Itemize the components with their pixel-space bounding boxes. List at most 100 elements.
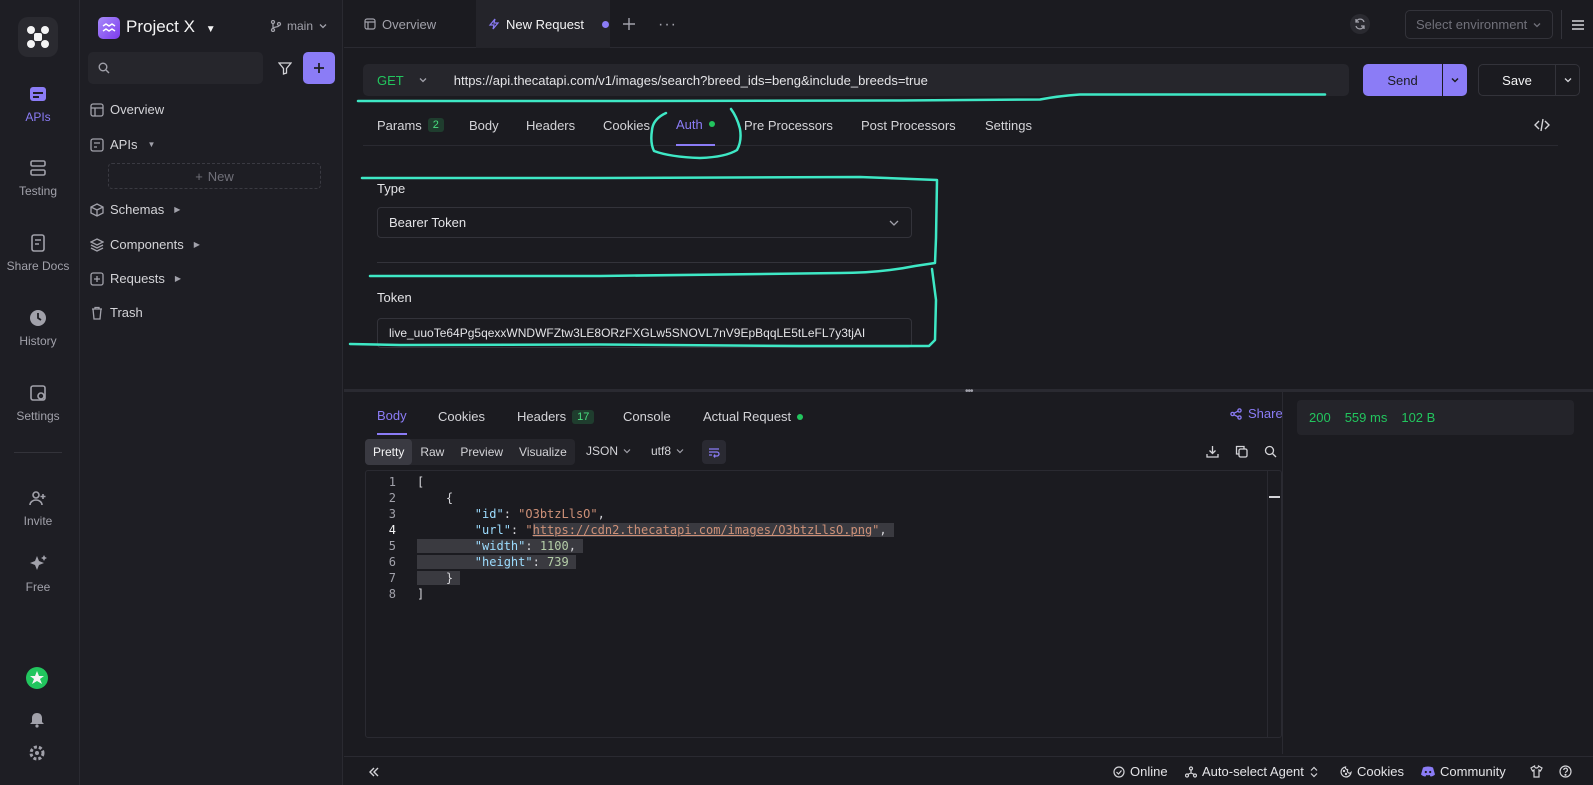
- word-wrap-button[interactable]: [702, 440, 726, 464]
- branch-label: main: [287, 19, 314, 33]
- caret-right-icon: ▶: [174, 274, 182, 283]
- scrollbar-thumb[interactable]: [1269, 496, 1280, 498]
- online-status[interactable]: Online: [1113, 757, 1168, 785]
- sidebar-item-trash[interactable]: Trash: [90, 305, 143, 320]
- unsaved-dot-icon: [602, 20, 610, 28]
- view-raw-button[interactable]: Raw: [412, 439, 452, 465]
- sidebar-item-overview[interactable]: Overview: [90, 102, 164, 117]
- chevron-down-icon: [889, 220, 899, 226]
- code-view-button[interactable]: [1534, 118, 1550, 132]
- save-options-button[interactable]: [1556, 64, 1580, 96]
- rail-item-apis[interactable]: APIs: [0, 84, 76, 124]
- environment-select[interactable]: Select environment: [1405, 10, 1553, 39]
- json-url-link[interactable]: https://cdn2.thecatapi.com/images/O3btzL…: [532, 523, 873, 537]
- response-tab-actual-request[interactable]: Actual Request: [703, 398, 804, 435]
- line-number: 8: [388, 587, 396, 601]
- encoding-select[interactable]: utf8: [651, 444, 685, 458]
- tab-post-processors[interactable]: Post Processors: [861, 104, 956, 146]
- auth-type-select[interactable]: Bearer Token: [377, 207, 912, 238]
- new-api-button[interactable]: + New: [108, 163, 321, 189]
- search-response-button[interactable]: [1264, 445, 1277, 458]
- share-docs-icon: [31, 234, 45, 252]
- tab-cookies[interactable]: Cookies: [603, 104, 650, 146]
- line-number: 2: [388, 491, 396, 505]
- view-visualize-button[interactable]: Visualize: [511, 439, 575, 465]
- view-preview-button[interactable]: Preview: [452, 439, 511, 465]
- rail-label-settings: Settings: [16, 409, 60, 423]
- more-tabs-icon[interactable]: ···: [658, 16, 677, 34]
- chevron-down-icon: [623, 449, 631, 454]
- download-button[interactable]: [1206, 445, 1219, 458]
- project-name[interactable]: Project X ▼: [126, 17, 216, 37]
- help-icon: [1559, 765, 1572, 778]
- code-line: [: [417, 475, 425, 489]
- rail-item-testing[interactable]: Testing: [0, 158, 76, 198]
- response-tab-console[interactable]: Console: [623, 398, 671, 435]
- auth-type-value: Bearer Token: [389, 215, 467, 230]
- tab-body[interactable]: Body: [469, 104, 499, 146]
- tab-label: Actual Request: [703, 409, 792, 424]
- footer-cookies-button[interactable]: Cookies: [1340, 757, 1404, 785]
- code-line: "id": "O3btzLlsO",: [474, 507, 605, 521]
- tab-params[interactable]: Params 2: [377, 104, 444, 146]
- view-pretty-button[interactable]: Pretty: [365, 439, 413, 465]
- token-input[interactable]: live_uuoTe64Pg5qexxWNDWFZtw3LE8ORzFXGLw5…: [377, 318, 912, 348]
- response-tab-cookies[interactable]: Cookies: [438, 398, 485, 435]
- shirt-button[interactable]: [1530, 757, 1543, 785]
- tab-settings[interactable]: Settings: [985, 104, 1032, 146]
- send-button[interactable]: Send: [1363, 64, 1442, 96]
- method-select[interactable]: GET: [377, 73, 428, 88]
- branch-selector[interactable]: main: [270, 19, 328, 33]
- avatar[interactable]: [26, 667, 48, 689]
- format-select[interactable]: JSON: [586, 444, 632, 458]
- rail-item-settings[interactable]: Settings: [0, 383, 76, 423]
- sidebar-item-schemas[interactable]: Schemas ▶: [90, 202, 180, 217]
- overview-icon: [90, 102, 104, 117]
- online-label: Online: [1130, 764, 1168, 779]
- rail-divider: [14, 452, 62, 453]
- tab-overview[interactable]: Overview: [358, 0, 468, 48]
- sidebar-item-requests[interactable]: Requests ▶: [90, 271, 181, 286]
- url-input[interactable]: https://api.thecatapi.com/v1/images/sear…: [454, 73, 928, 88]
- tab-label: New Request: [506, 16, 585, 32]
- tab-pre-processors[interactable]: Pre Processors: [744, 104, 833, 146]
- menu-button[interactable]: [1561, 10, 1593, 39]
- copy-button[interactable]: [1235, 445, 1248, 458]
- add-button[interactable]: [303, 52, 335, 84]
- rail-item-share-docs[interactable]: Share Docs: [0, 233, 76, 273]
- drag-handle-icon[interactable]: •••: [965, 386, 973, 397]
- response-tab-body[interactable]: Body: [377, 398, 407, 435]
- sidebar-search-input[interactable]: [88, 52, 263, 84]
- response-tab-headers[interactable]: Headers 17: [517, 398, 595, 435]
- collapse-sidebar-button[interactable]: [368, 757, 380, 785]
- tab-label: Params: [377, 117, 422, 133]
- filter-button[interactable]: [269, 52, 301, 84]
- line-number: 4: [388, 523, 396, 537]
- response-divider: [1282, 392, 1283, 754]
- response-code-editor[interactable]: 1 2 3 4 5 6 7 8 [ { "id": "O3btzLlsO", "…: [365, 470, 1282, 738]
- agent-select[interactable]: Auto-select Agent: [1185, 757, 1319, 785]
- editor-scrollbar[interactable]: [1267, 471, 1281, 737]
- bell-icon[interactable]: [29, 712, 45, 728]
- plus-icon: +: [195, 168, 203, 184]
- rail-item-invite[interactable]: Invite: [0, 488, 76, 528]
- send-options-button[interactable]: [1443, 64, 1467, 96]
- save-button[interactable]: Save: [1478, 64, 1556, 96]
- rail-item-free[interactable]: Free: [0, 554, 76, 594]
- gear-icon[interactable]: [29, 745, 45, 761]
- new-tab-button[interactable]: [622, 17, 636, 31]
- sidebar-item-label: Requests: [110, 271, 165, 286]
- share-button[interactable]: Share: [1230, 406, 1283, 421]
- tab-auth[interactable]: Auth: [676, 104, 715, 146]
- community-link[interactable]: Community: [1421, 757, 1506, 785]
- code-line: "width": 1100,: [417, 539, 584, 553]
- method-label: GET: [377, 72, 404, 88]
- sidebar-item-components[interactable]: Components ▶: [90, 237, 200, 252]
- tab-new-request[interactable]: New Request: [476, 0, 610, 48]
- tab-headers[interactable]: Headers: [526, 104, 575, 146]
- app-logo-icon[interactable]: [18, 17, 58, 57]
- sidebar-item-apis[interactable]: APIs ▼: [90, 137, 155, 152]
- refresh-button[interactable]: [1350, 14, 1370, 34]
- help-button[interactable]: [1559, 757, 1572, 785]
- rail-item-history[interactable]: History: [0, 308, 76, 348]
